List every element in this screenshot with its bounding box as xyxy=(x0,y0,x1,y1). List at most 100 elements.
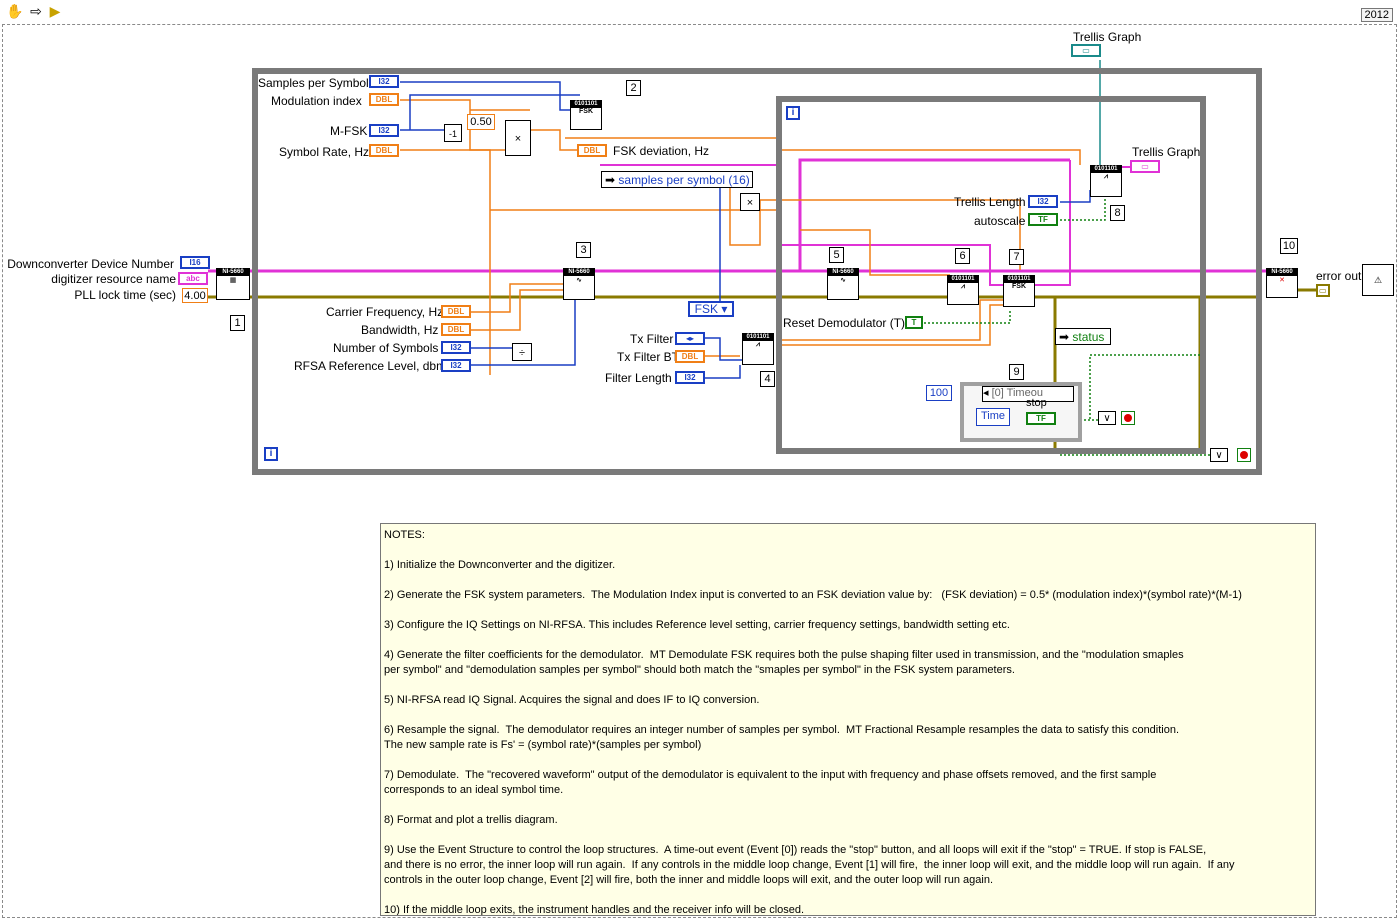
step-number-2: 2 xyxy=(626,80,641,96)
step-number-7: 7 xyxy=(1009,249,1024,265)
digitizer-resource-name-terminal[interactable]: abc xyxy=(178,272,208,285)
decrement-function[interactable]: -1 xyxy=(444,124,462,142)
m-fsk-terminal[interactable]: I32 xyxy=(369,124,399,137)
autoscale-terminal[interactable]: TF xyxy=(1028,213,1058,226)
note-2: 2) Generate the FSK system parameters. T… xyxy=(384,589,1242,601)
inner-loop-iteration: i xyxy=(786,106,800,120)
bandwidth-terminal[interactable]: DBL xyxy=(441,323,471,336)
read-icon: ∿ xyxy=(840,277,846,284)
modulation-index-terminal[interactable]: DBL xyxy=(369,93,399,106)
pll-lock-time-label: PLL lock time (sec) xyxy=(74,288,176,302)
tx-filter-bt-terminal[interactable]: DBL xyxy=(675,350,705,363)
constant-050[interactable]: 0.50 xyxy=(467,114,495,130)
rfsa-reference-level-terminal[interactable]: I32 xyxy=(441,359,471,372)
divide-function[interactable]: ÷ xyxy=(512,343,532,361)
waveform-icon: ∿ xyxy=(576,277,582,284)
step-number-1: 1 xyxy=(230,315,245,331)
trellis-graph-terminal[interactable]: ▭ xyxy=(1071,44,1101,57)
tx-filter-label: Tx Filter xyxy=(630,332,674,346)
tx-filter-bt-label: Tx Filter BT xyxy=(617,350,679,364)
notes-panel: NOTES: 1) Initialize the Downconverter a… xyxy=(380,523,1316,916)
error-out-terminal[interactable]: ▭ xyxy=(1316,284,1330,297)
downconverter-device-number-label: Downconverter Device Number xyxy=(7,257,174,271)
notes-title: NOTES: xyxy=(384,529,425,541)
note-7: 7) Demodulate. The "recovered waveform" … xyxy=(384,769,1157,796)
fsk-enum-ring[interactable]: FSK ▾ xyxy=(688,301,734,317)
number-of-symbols-label: Number of Symbols xyxy=(333,341,439,355)
compound-multiply-function[interactable]: × xyxy=(505,120,531,156)
trellis-graph-property-node[interactable]: ▭ xyxy=(1130,160,1160,173)
filter-length-label: Filter Length xyxy=(605,371,672,385)
stop-terminal[interactable]: TF xyxy=(1026,412,1056,425)
generate-filter-coefficients-vi[interactable]: 0101101 ⩘ xyxy=(742,333,774,365)
rfsa-reference-level-label: RFSA Reference Level, dbm xyxy=(294,359,447,373)
trellis-graph-property-label: Trellis Graph xyxy=(1132,145,1201,159)
demodulate-fsk-vi[interactable]: 0101101 FSK xyxy=(1003,275,1035,307)
downconverter-device-number-terminal[interactable]: I16 xyxy=(180,256,210,269)
reset-demodulator-terminal[interactable]: T xyxy=(905,316,923,329)
close-icon: ✕ xyxy=(1279,277,1285,284)
samples-per-symbol-unbundle[interactable]: ➡ samples per symbol (16) xyxy=(601,171,753,188)
autoscale-label: autoscale xyxy=(974,214,1026,228)
step-number-3: 3 xyxy=(576,242,591,258)
m-fsk-label: M-FSK xyxy=(330,124,368,138)
multiply-function[interactable]: × xyxy=(740,193,760,211)
step-number-9: 9 xyxy=(1009,364,1024,380)
modulation-index-label: Modulation index xyxy=(271,94,362,108)
trellis-length-label: Trellis Length xyxy=(954,195,1026,209)
step-number-5: 5 xyxy=(829,247,844,263)
ni5660-close-vi[interactable]: NI-5660 ✕ xyxy=(1266,268,1298,298)
fractional-resample-vi[interactable]: 0101101 ⩘ xyxy=(947,275,979,305)
format-trellis-vi[interactable]: 0101101 ⩘ xyxy=(1090,165,1122,197)
trellis-icon: ⩘ xyxy=(1104,173,1108,180)
note-10: 10) If the middle loop exits, the instru… xyxy=(384,904,805,916)
inner-loop-stop-condition[interactable] xyxy=(1121,411,1135,425)
fsk-deviation-label: FSK deviation, Hz xyxy=(613,144,710,158)
symbol-rate-terminal[interactable]: DBL xyxy=(369,144,399,157)
timeout-constant[interactable]: 100 xyxy=(926,385,952,401)
note-4: 4) Generate the filter coefficients for … xyxy=(384,649,1184,676)
carrier-frequency-label: Carrier Frequency, Hz xyxy=(326,305,444,319)
outer-loop-iteration: i xyxy=(264,447,278,461)
or-function-outer[interactable]: ∨ xyxy=(1210,448,1228,462)
event-structure[interactable]: ◂ [0] Timeou Time stop TF xyxy=(960,382,1082,442)
outer-loop-stop-condition[interactable] xyxy=(1237,448,1251,462)
status-unbundle[interactable]: ➡ status xyxy=(1055,328,1111,345)
symbol-rate-label: Symbol Rate, Hz xyxy=(279,145,370,159)
filter-length-terminal[interactable]: I32 xyxy=(675,371,705,384)
stop-label: stop xyxy=(1026,397,1047,409)
note-6: 6) Resample the signal. The demodulator … xyxy=(384,724,1180,751)
fsk-system-params-vi[interactable]: 0101101 FSK xyxy=(570,100,602,130)
note-5: 5) NI-RFSA read IQ Signal. Acquires the … xyxy=(384,694,760,706)
ni5660-read-iq-vi[interactable]: NI-5660 ∿ xyxy=(827,268,859,300)
time-node[interactable]: Time xyxy=(976,408,1010,426)
ni5660-configure-iq-vi[interactable]: NI-5660 ∿ xyxy=(563,268,595,300)
step-number-10: 10 xyxy=(1280,238,1298,254)
resample-icon: ⩘ xyxy=(961,283,965,290)
number-of-symbols-terminal[interactable]: I32 xyxy=(441,341,471,354)
step-number-8: 8 xyxy=(1110,205,1125,221)
filter-icon: ⩘ xyxy=(756,341,760,348)
note-8: 8) Format and plot a trellis diagram. xyxy=(384,814,558,826)
note-9: 9) Use the Event Structure to control th… xyxy=(384,844,1235,886)
note-3: 3) Configure the IQ Settings on NI-RFSA.… xyxy=(384,619,1010,631)
pll-lock-time-constant[interactable]: 4.00 xyxy=(182,288,208,303)
carrier-frequency-terminal[interactable]: DBL xyxy=(441,305,471,318)
ni5660-initialize-vi[interactable]: NI-5660 ▦ xyxy=(216,268,250,300)
samples-per-symbol-terminal[interactable]: I32 xyxy=(369,75,399,88)
or-function-inner[interactable]: ∨ xyxy=(1098,411,1116,425)
trellis-length-terminal[interactable]: I32 xyxy=(1028,195,1058,208)
reset-demodulator-label: Reset Demodulator (T) xyxy=(783,316,906,330)
samples-per-symbol-label: Samples per Symbol xyxy=(258,76,369,90)
error-out-label: error out xyxy=(1316,269,1362,283)
step-number-4: 4 xyxy=(760,371,775,387)
bandwidth-label: Bandwidth, Hz xyxy=(361,323,439,337)
step-number-6: 6 xyxy=(955,248,970,264)
tx-filter-terminal[interactable]: ◂▸ xyxy=(675,332,705,345)
trellis-graph-label: Trellis Graph xyxy=(1073,30,1142,44)
digitizer-resource-name-label: digitizer resource name xyxy=(51,272,176,286)
initialize-icon: ▦ xyxy=(229,277,237,284)
note-1: 1) Initialize the Downconverter and the … xyxy=(384,559,616,571)
fsk-deviation-indicator: DBL xyxy=(577,144,607,157)
error-handler-icon[interactable]: ⚠ xyxy=(1362,264,1394,296)
